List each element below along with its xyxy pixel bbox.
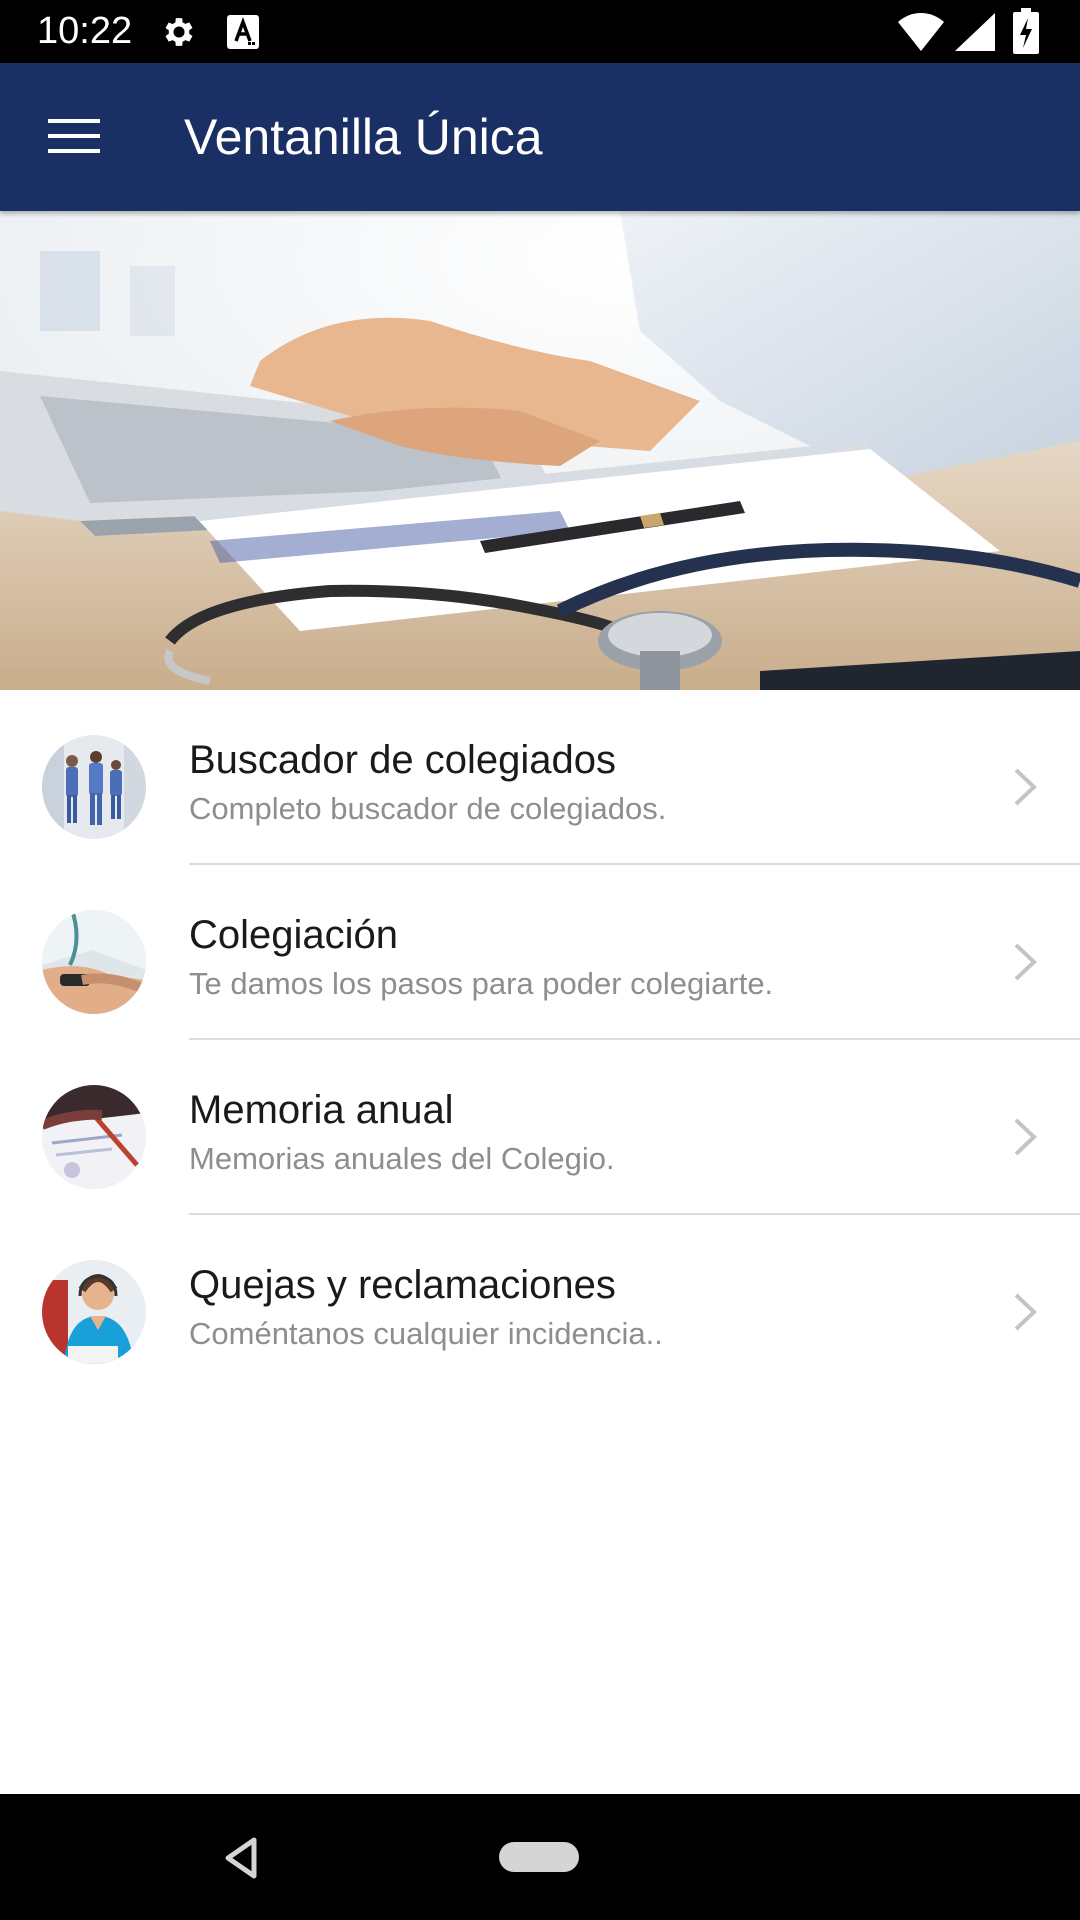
page-title: Ventanilla Única: [184, 109, 543, 165]
list-item-memoria[interactable]: Memoria anual Memorias anuales del Coleg…: [0, 1040, 1080, 1215]
status-bar: 10:22: [0, 0, 1080, 63]
nurses-walking-thumbnail: [42, 735, 146, 839]
list-item-title: Colegiación: [189, 913, 399, 957]
battery-charging-icon: [1013, 8, 1039, 54]
gear-icon: [165, 18, 193, 46]
list-item-quejas[interactable]: Quejas y reclamaciones Coméntanos cualqu…: [0, 1215, 1080, 1390]
chevron-right-icon: [1014, 1293, 1037, 1331]
documents-pen-thumbnail: [42, 1085, 146, 1189]
hamburger-menu-icon: [48, 119, 100, 153]
list-item-subtitle: Coméntanos cualquier incidencia..: [189, 1316, 663, 1351]
list-item-title: Memoria anual: [189, 1088, 454, 1132]
chevron-right-icon: [1014, 943, 1037, 981]
laptop-stethoscope-desk-photo: [0, 211, 1080, 690]
chevron-right-icon: [1014, 768, 1037, 806]
list-item-subtitle: Memorias anuales del Colegio.: [189, 1141, 615, 1176]
list-item-title: Buscador de colegiados: [189, 738, 616, 782]
chevron-right-icon: [1014, 1118, 1037, 1156]
list-item-colegiacion[interactable]: Colegiación Te damos los pasos para pode…: [0, 865, 1080, 1040]
list-item-buscador[interactable]: Buscador de colegiados Completo buscador…: [0, 690, 1080, 865]
menu-list: Buscador de colegiados Completo buscador…: [0, 690, 1080, 1390]
app-bar: Ventanilla Única: [0, 63, 1080, 211]
status-time: 10:22: [37, 10, 133, 52]
hero-image: [0, 211, 1080, 690]
list-item-subtitle: Te damos los pasos para poder colegiarte…: [189, 966, 774, 1001]
list-item-title: Quejas y reclamaciones: [189, 1263, 616, 1307]
back-icon[interactable]: [218, 1834, 266, 1882]
nurse-headset-thumbnail: [42, 1260, 146, 1364]
signal-icon: [955, 13, 995, 51]
font-a-icon: [227, 15, 259, 49]
list-item-subtitle: Completo buscador de colegiados.: [189, 791, 667, 826]
menu-button[interactable]: [30, 99, 118, 175]
home-pill-icon[interactable]: [499, 1842, 579, 1872]
doctor-hands-thumbnail: [42, 910, 146, 1014]
wifi-icon: [898, 13, 944, 51]
